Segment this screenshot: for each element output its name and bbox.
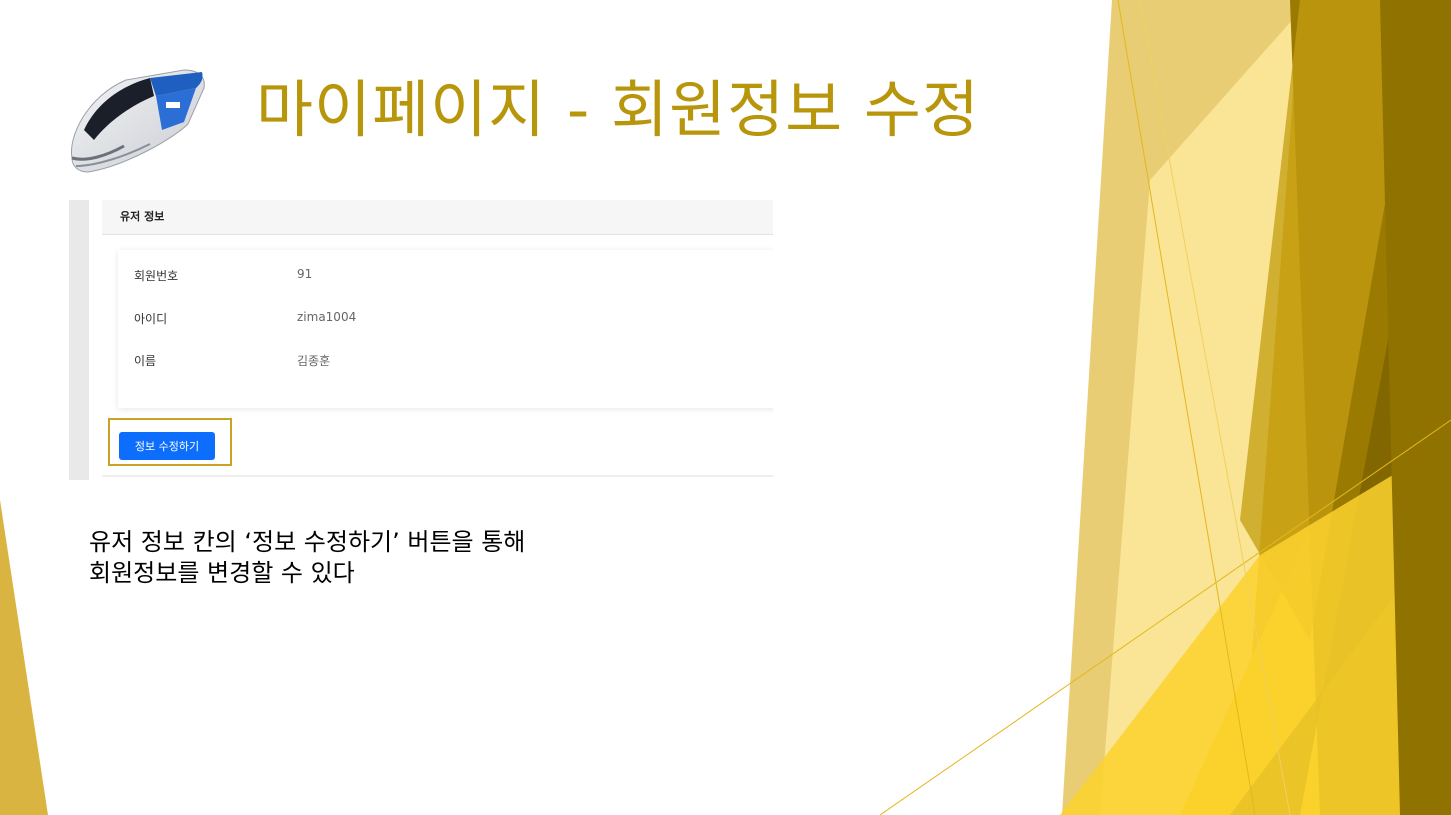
info-row-member-number: 회원번호 91	[134, 267, 694, 285]
caption-line-2: 회원정보를 변경할 수 있다	[89, 559, 355, 587]
card-header: 유저 정보	[102, 200, 773, 235]
card-bottom-border	[102, 475, 773, 477]
highlight-box	[108, 418, 232, 466]
left-facet	[0, 500, 48, 815]
info-label: 회원번호	[134, 269, 179, 283]
info-row-name: 이름 김종훈	[134, 352, 694, 370]
info-panel: 회원번호 91 아이디 zima1004 이름 김종훈	[118, 250, 773, 408]
sidebar-strip	[69, 200, 89, 480]
info-label: 이름	[134, 354, 157, 368]
info-label: 아이디	[134, 312, 168, 326]
info-value: zima1004	[297, 310, 357, 324]
slide-title: 마이페이지 - 회원정보 수정	[256, 73, 980, 146]
slide-caption: 유저 정보 칸의 ‘정보 수정하기’ 버튼을 통해 회원정보를 변경할 수 있다	[89, 527, 689, 589]
caption-line-1: 유저 정보 칸의 ‘정보 수정하기’ 버튼을 통해	[89, 528, 526, 556]
ktx-train-icon	[71, 69, 205, 173]
info-value: 91	[297, 267, 313, 281]
info-value: 김종훈	[297, 354, 331, 368]
info-row-user-id: 아이디 zima1004	[134, 310, 694, 328]
card-header-title: 유저 정보	[120, 210, 165, 223]
